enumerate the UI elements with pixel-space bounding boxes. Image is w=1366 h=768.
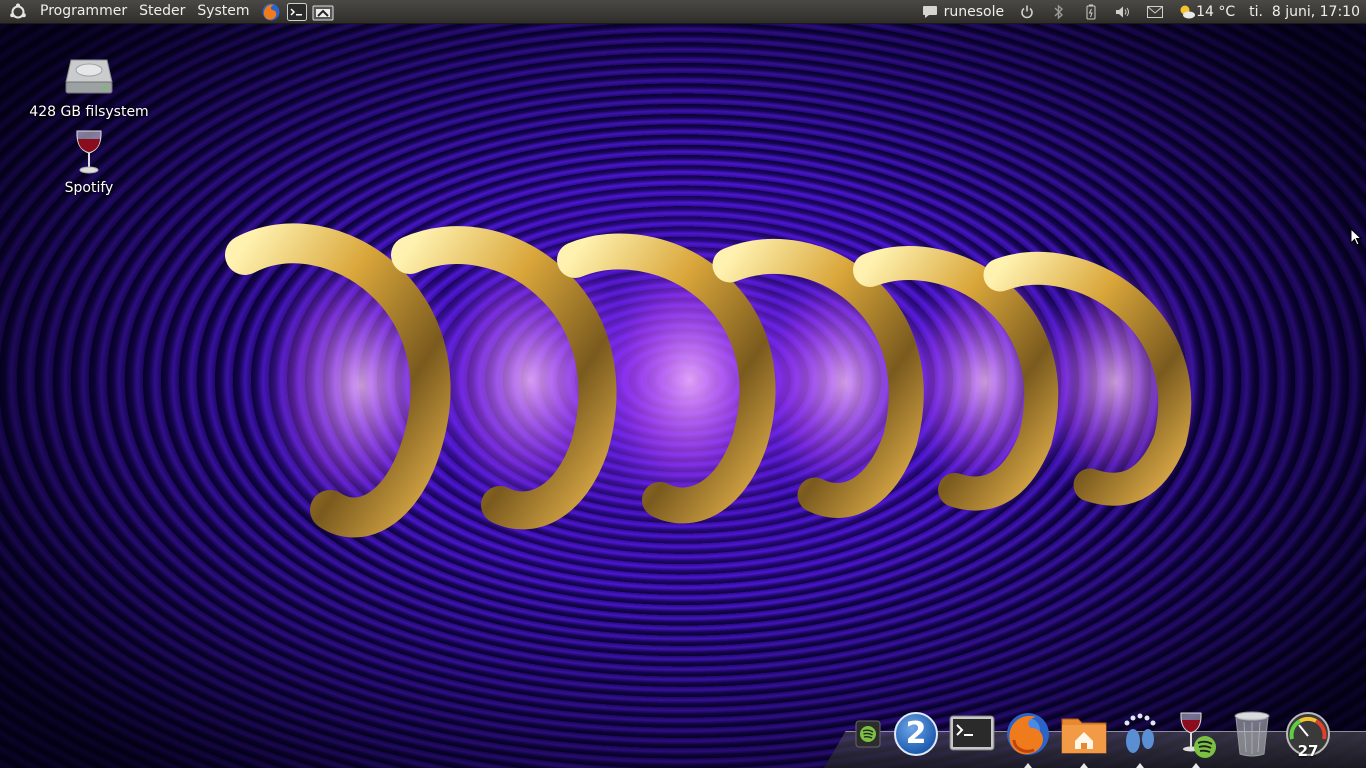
gold-coils [225, 223, 1192, 538]
dock-home-folder[interactable] [1056, 706, 1112, 768]
clock-text: ti. 8 juni, 17:10 [1249, 3, 1360, 20]
desktop-icon-label: Spotify [64, 180, 114, 196]
running-indicator [1080, 763, 1088, 768]
user-name: runesole [943, 3, 1005, 20]
firefox-icon [1007, 713, 1049, 755]
wallpaper-rings [225, 223, 1205, 538]
power-icon [1018, 3, 1036, 21]
menu-applications[interactable]: Programmer [34, 0, 133, 24]
dock-spotify-small[interactable] [848, 706, 888, 762]
trash-icon [1234, 711, 1270, 757]
spotify-wine-icon [1180, 712, 1216, 758]
top-panel: Programmer Steder System runesole 14 °C … [0, 0, 1366, 24]
weather-icon [1178, 3, 1196, 21]
gauge-value: 27 [1297, 742, 1319, 760]
spotify-small-icon [855, 720, 881, 748]
dock-firefox[interactable] [1000, 706, 1056, 768]
ring-glows [250, 235, 1205, 535]
terminal-icon [949, 715, 995, 751]
desktop-icon-filesystem[interactable]: 428 GB filsystem [24, 52, 154, 120]
home-folder-icon [1061, 718, 1107, 754]
dock: 2 27 [824, 702, 1366, 768]
desktop-icon-spotify[interactable]: Spotify [24, 128, 154, 196]
mail-button[interactable] [1139, 0, 1171, 24]
dock-system-monitor[interactable]: 27 [1280, 706, 1336, 762]
hard-drive-icon [65, 52, 113, 100]
battery-icon [1082, 3, 1100, 21]
chat-icon [921, 3, 939, 21]
weather-button[interactable]: 14 °C [1171, 0, 1242, 24]
wallpaper-vignette [0, 0, 1366, 768]
bluetooth-icon [1050, 3, 1068, 21]
terminal-icon[interactable] [286, 2, 308, 22]
firefox-icon[interactable] [260, 2, 282, 22]
screenshot-icon[interactable] [312, 2, 334, 22]
menu-places[interactable]: Steder [133, 0, 191, 24]
clock[interactable]: ti. 8 juni, 17:10 [1242, 0, 1366, 24]
menu-system[interactable]: System [191, 0, 255, 24]
dock-terminal[interactable] [944, 706, 1000, 762]
dock-trash[interactable] [1224, 706, 1280, 762]
volume-icon [1114, 3, 1132, 21]
battery-button[interactable] [1075, 0, 1107, 24]
desktop-icon-label: 428 GB filsystem [29, 104, 149, 120]
running-indicator [1192, 763, 1200, 768]
dock-gnome-foot[interactable] [1112, 706, 1168, 768]
gnome-foot-icon [1124, 713, 1156, 753]
volume-button[interactable] [1107, 0, 1139, 24]
dock-items: 2 27 [848, 702, 1336, 768]
weather-temperature: 14 °C [1196, 3, 1236, 20]
bluetooth-button[interactable] [1043, 0, 1075, 24]
mail-icon [1146, 3, 1164, 21]
workspace-number: 2 [894, 712, 938, 756]
running-indicator [1024, 763, 1032, 768]
user-menu[interactable]: runesole [914, 0, 1011, 24]
dock-workspace-switcher[interactable]: 2 [888, 706, 944, 762]
wine-glass-icon [65, 128, 113, 176]
dock-spotify[interactable] [1168, 706, 1224, 768]
ubuntu-logo-icon[interactable] [8, 2, 28, 22]
power-button[interactable] [1011, 0, 1043, 24]
running-indicator [1136, 763, 1144, 768]
mouse-cursor-icon [1350, 228, 1362, 246]
